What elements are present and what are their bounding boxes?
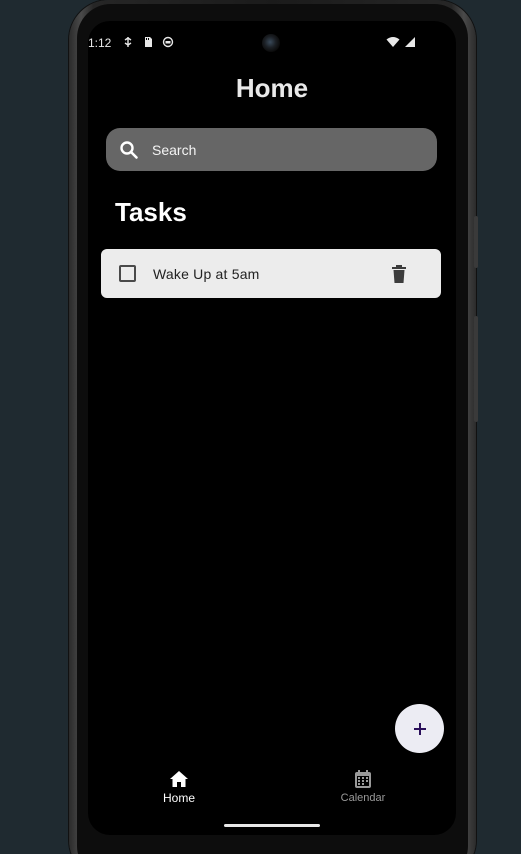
status-icons-left: [122, 36, 174, 48]
sync-icon: [162, 36, 174, 48]
home-icon: [169, 769, 189, 789]
tasks-heading: Tasks: [115, 197, 187, 227]
volume-button: [474, 316, 478, 422]
page-title: Home: [235, 73, 309, 103]
nav-label-home: Home: [162, 791, 195, 805]
task-label: Wake Up at 5am: [153, 265, 260, 282]
nav-item-calendar[interactable]: Calendar: [323, 769, 403, 804]
signal-icon: [404, 36, 416, 51]
status-time: 1:12: [88, 36, 112, 50]
nav-label-calendar: Calendar: [340, 792, 386, 804]
gesture-handle[interactable]: [224, 824, 320, 827]
task-checkbox[interactable]: [119, 265, 136, 282]
task-item[interactable]: Wake Up at 5am: [101, 249, 441, 298]
usb-debug-icon: [122, 36, 134, 48]
bottom-navigation: Home Calendar: [88, 761, 456, 821]
add-task-button[interactable]: [395, 704, 444, 753]
search-input[interactable]: [150, 140, 414, 159]
front-camera: [262, 34, 280, 52]
power-button: [474, 216, 478, 268]
wifi-icon: [386, 36, 400, 51]
plus-icon: [412, 721, 428, 737]
trash-icon[interactable]: [391, 264, 407, 284]
nav-item-home[interactable]: Home: [139, 769, 219, 805]
emulator-stage: 1:12 Home Search Tasks Wake Up at 5am Ho…: [0, 0, 521, 854]
app-screen: 1:12 Home Search Tasks Wake Up at 5am Ho…: [88, 21, 456, 835]
calendar-icon: [353, 769, 373, 789]
status-icons-right: [386, 36, 416, 51]
sd-card-icon: [142, 36, 154, 48]
search-icon: [118, 139, 140, 161]
search-bar[interactable]: [106, 128, 437, 171]
